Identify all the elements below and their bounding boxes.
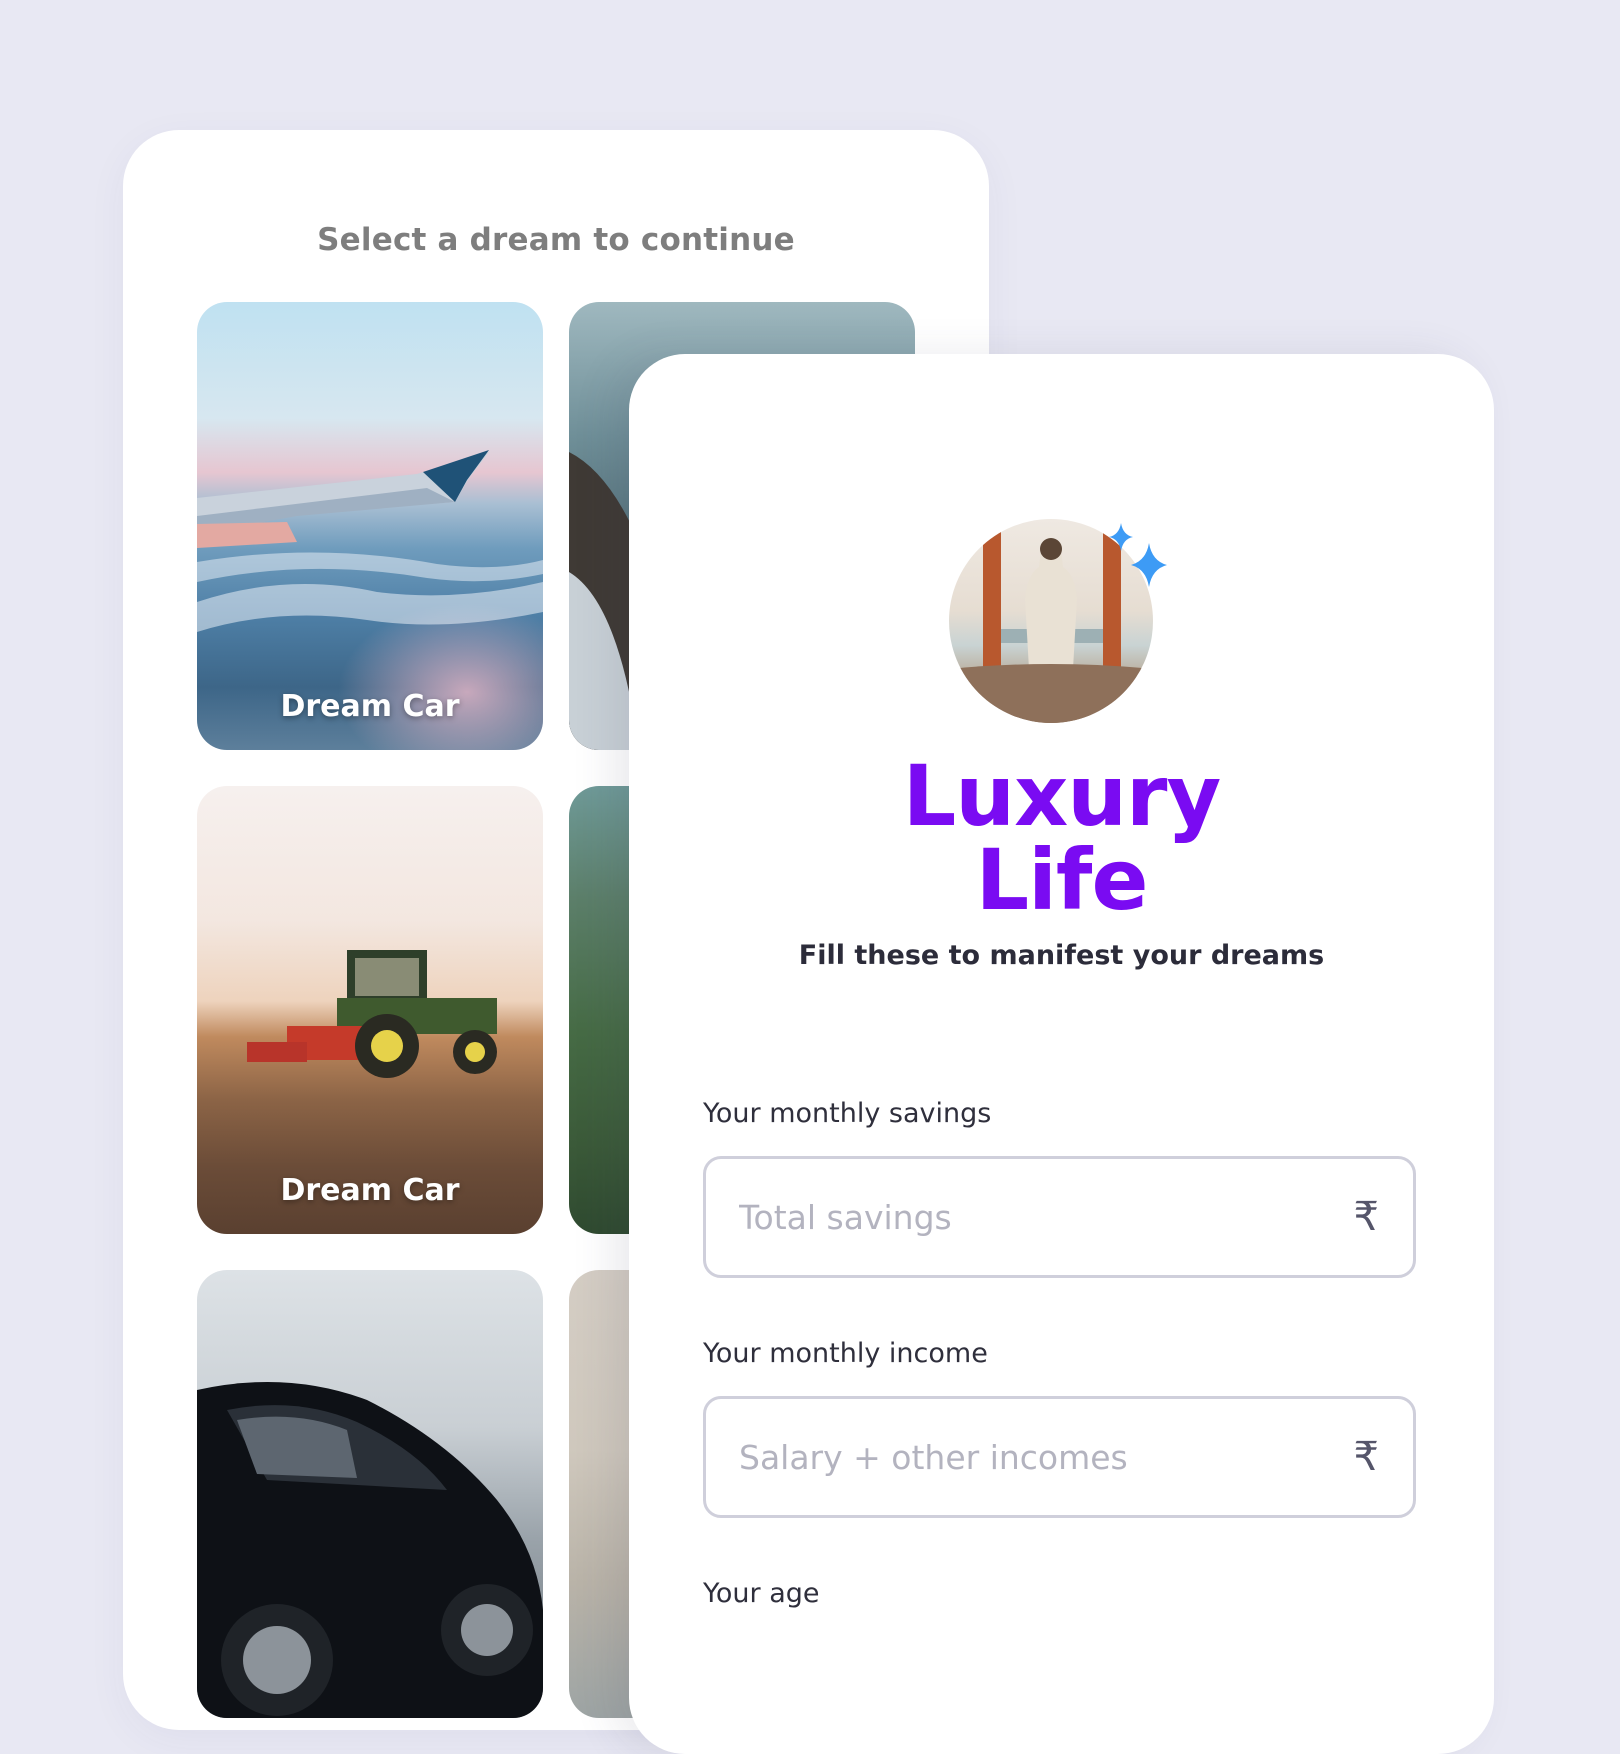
black-sports-car-image <box>197 1382 543 1718</box>
page-title: Luxury Life <box>629 754 1494 922</box>
monthly-income-label: Your monthly income <box>703 1338 988 1369</box>
rupee-icon: ₹ <box>1353 1434 1379 1480</box>
tile-label: Dream Car <box>280 689 460 724</box>
monthly-savings-label: Your monthly savings <box>703 1098 992 1129</box>
tile-label: Dream Car <box>280 1173 460 1208</box>
rupee-icon: ₹ <box>1353 1194 1379 1240</box>
dream-tile-sports-car[interactable] <box>197 1270 543 1718</box>
monthly-savings-input[interactable] <box>739 1159 1319 1275</box>
title-line-1: Luxury <box>902 747 1222 845</box>
sparkle-icon <box>1109 523 1167 587</box>
page-subtitle: Fill these to manifest your dreams <box>798 940 1325 971</box>
age-label: Your age <box>703 1578 820 1609</box>
dream-form-card: Luxury Life Fill these to manifest your … <box>629 354 1494 1754</box>
monthly-savings-field: ₹ <box>703 1156 1416 1278</box>
monthly-income-field: ₹ <box>703 1396 1416 1518</box>
dream-tile-airplane[interactable]: Dream Car <box>197 302 543 750</box>
dream-picker-title: Select a dream to continue <box>317 222 795 258</box>
airplane-wing-image <box>197 450 543 632</box>
tractor-image <box>247 950 497 1078</box>
monthly-income-input[interactable] <box>739 1399 1319 1515</box>
title-line-2: Life <box>975 831 1149 929</box>
avatar-group <box>949 519 1189 739</box>
dream-tile-tractor[interactable]: Dream Car <box>197 786 543 1234</box>
